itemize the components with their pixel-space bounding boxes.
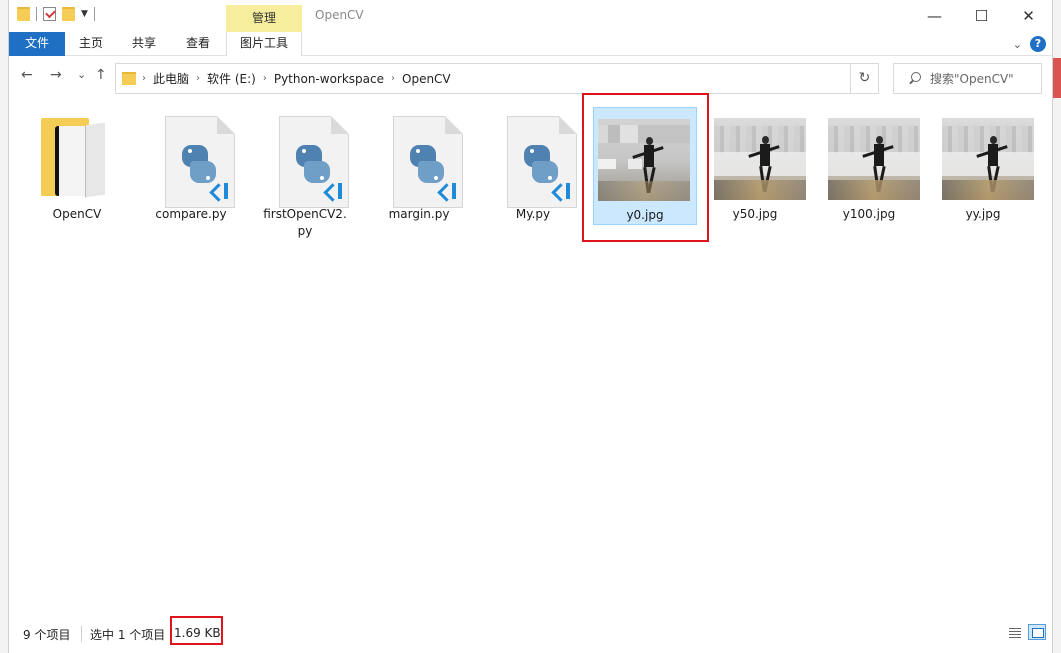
navigation-bar: ← → ⌄ ↑ › 此电脑 › 软件 (E:) › Python-workspa… [9, 57, 1052, 99]
view-switcher [1006, 624, 1046, 640]
image-thumbnail [714, 118, 806, 200]
breadcrumb-this-pc[interactable]: 此电脑 [146, 70, 196, 87]
toolbar-divider [36, 7, 37, 21]
breadcrumb-python-workspace[interactable]: Python-workspace [267, 72, 391, 86]
address-bar[interactable]: › 此电脑 › 软件 (E:) › Python-workspace › Ope… [115, 63, 879, 94]
item-label: y100.jpg [842, 207, 896, 221]
search-input[interactable] [930, 71, 1030, 86]
list-item-yy-jpg[interactable]: yy.jpg [937, 106, 1034, 223]
tab-home[interactable]: 主页 [65, 32, 117, 56]
thumbnail [145, 106, 237, 208]
image-thumbnail [828, 118, 920, 200]
highlight-box-file-size [170, 616, 223, 645]
list-item-y50-jpg[interactable]: y50.jpg [709, 106, 806, 223]
large-icons-view-icon[interactable] [1028, 624, 1046, 640]
list-item-compare-py[interactable]: compare.py [145, 106, 237, 223]
status-item-count: 9 个项目 [23, 628, 71, 642]
vscode-badge-icon [326, 183, 342, 199]
breadcrumb-opencv[interactable]: OpenCV [395, 72, 458, 86]
title-bar: ▼ 管理 OpenCV — ☐ ✕ [9, 0, 1052, 32]
toolbar-divider [93, 7, 95, 21]
item-label: y50.jpg [732, 207, 778, 221]
highlight-box-selected-file [582, 93, 709, 242]
properties-icon[interactable] [43, 7, 56, 21]
details-view-icon[interactable] [1006, 624, 1024, 640]
list-item-margin-py[interactable]: margin.py [373, 106, 465, 223]
search-icon [908, 71, 922, 86]
status-bar: 9 个项目 选中 1 个项目 1.69 KB [9, 616, 1052, 653]
window-controls: — ☐ ✕ [911, 0, 1052, 32]
help-icon[interactable]: ? [1030, 36, 1046, 52]
thumbnail [709, 106, 806, 206]
screen: ▼ 管理 OpenCV — ☐ ✕ 文件 主页 共享 查看 图片工具 ⌄ ? ←… [0, 0, 1061, 653]
item-label: compare.py [155, 207, 227, 221]
ribbon-right-controls: ⌄ ? [1013, 36, 1046, 52]
item-label: margin.py [388, 207, 450, 221]
ribbon-tabs: 文件 主页 共享 查看 图片工具 ⌄ ? [9, 32, 1052, 56]
breadcrumb-drive-e[interactable]: 软件 (E:) [200, 70, 263, 87]
tab-share[interactable]: 共享 [117, 32, 171, 56]
list-item-folder-opencv[interactable]: OpenCV [31, 106, 123, 223]
background-window-left [0, 0, 8, 653]
file-list: OpenCV compare.py firstOpenCV2.py margin… [9, 93, 1052, 620]
up-button[interactable]: ↑ [95, 67, 107, 83]
quick-access-toolbar: ▼ [17, 7, 95, 21]
python-file-icon [279, 116, 349, 208]
recent-locations-button[interactable]: ⌄ [77, 68, 86, 81]
thumbnail [373, 106, 465, 208]
file-explorer-window: ▼ 管理 OpenCV — ☐ ✕ 文件 主页 共享 查看 图片工具 ⌄ ? ←… [8, 0, 1053, 653]
image-thumbnail [942, 118, 1034, 200]
tab-file[interactable]: 文件 [9, 32, 65, 56]
expand-ribbon-icon[interactable]: ⌄ [1013, 38, 1022, 51]
vscode-badge-icon [554, 183, 570, 199]
item-label: firstOpenCV2.py [263, 207, 347, 238]
background-accent [1053, 58, 1061, 98]
close-button[interactable]: ✕ [1005, 0, 1052, 32]
list-item-firstopencv2-py[interactable]: firstOpenCV2.py [259, 106, 351, 240]
item-label: yy.jpg [965, 207, 1001, 221]
back-button[interactable]: ← [21, 67, 33, 83]
background-window-right [1053, 0, 1061, 653]
contextual-tab-manage[interactable]: 管理 [226, 5, 302, 32]
python-file-icon [507, 116, 577, 208]
item-label: My.py [515, 207, 551, 221]
vscode-badge-icon [440, 183, 456, 199]
customize-toolbar-dropdown[interactable]: ▼ [81, 9, 88, 19]
thumbnail [937, 106, 1034, 206]
maximize-button[interactable]: ☐ [958, 0, 1005, 32]
item-label: OpenCV [52, 207, 102, 221]
python-file-icon [165, 116, 235, 208]
thumbnail [823, 106, 920, 206]
folder-icon[interactable] [17, 7, 30, 21]
refresh-button[interactable]: ↻ [850, 63, 879, 94]
status-selected-count: 选中 1 个项目 [90, 628, 166, 642]
python-file-icon [393, 116, 463, 208]
folder-icon [122, 72, 136, 85]
vscode-badge-icon [212, 183, 228, 199]
list-item-y100-jpg[interactable]: y100.jpg [823, 106, 920, 223]
thumbnail [31, 106, 123, 206]
window-title: OpenCV [315, 8, 364, 22]
list-item-my-py[interactable]: My.py [487, 106, 579, 223]
search-box[interactable] [893, 63, 1042, 94]
tab-picture-tools[interactable]: 图片工具 [226, 32, 302, 56]
tab-view[interactable]: 查看 [171, 32, 225, 56]
thumbnail [259, 106, 351, 208]
minimize-button[interactable]: — [911, 0, 958, 32]
folder-icon [41, 118, 105, 198]
new-folder-icon[interactable] [62, 7, 75, 21]
thumbnail [487, 106, 579, 208]
forward-button[interactable]: → [50, 67, 62, 83]
status-divider [81, 626, 82, 642]
